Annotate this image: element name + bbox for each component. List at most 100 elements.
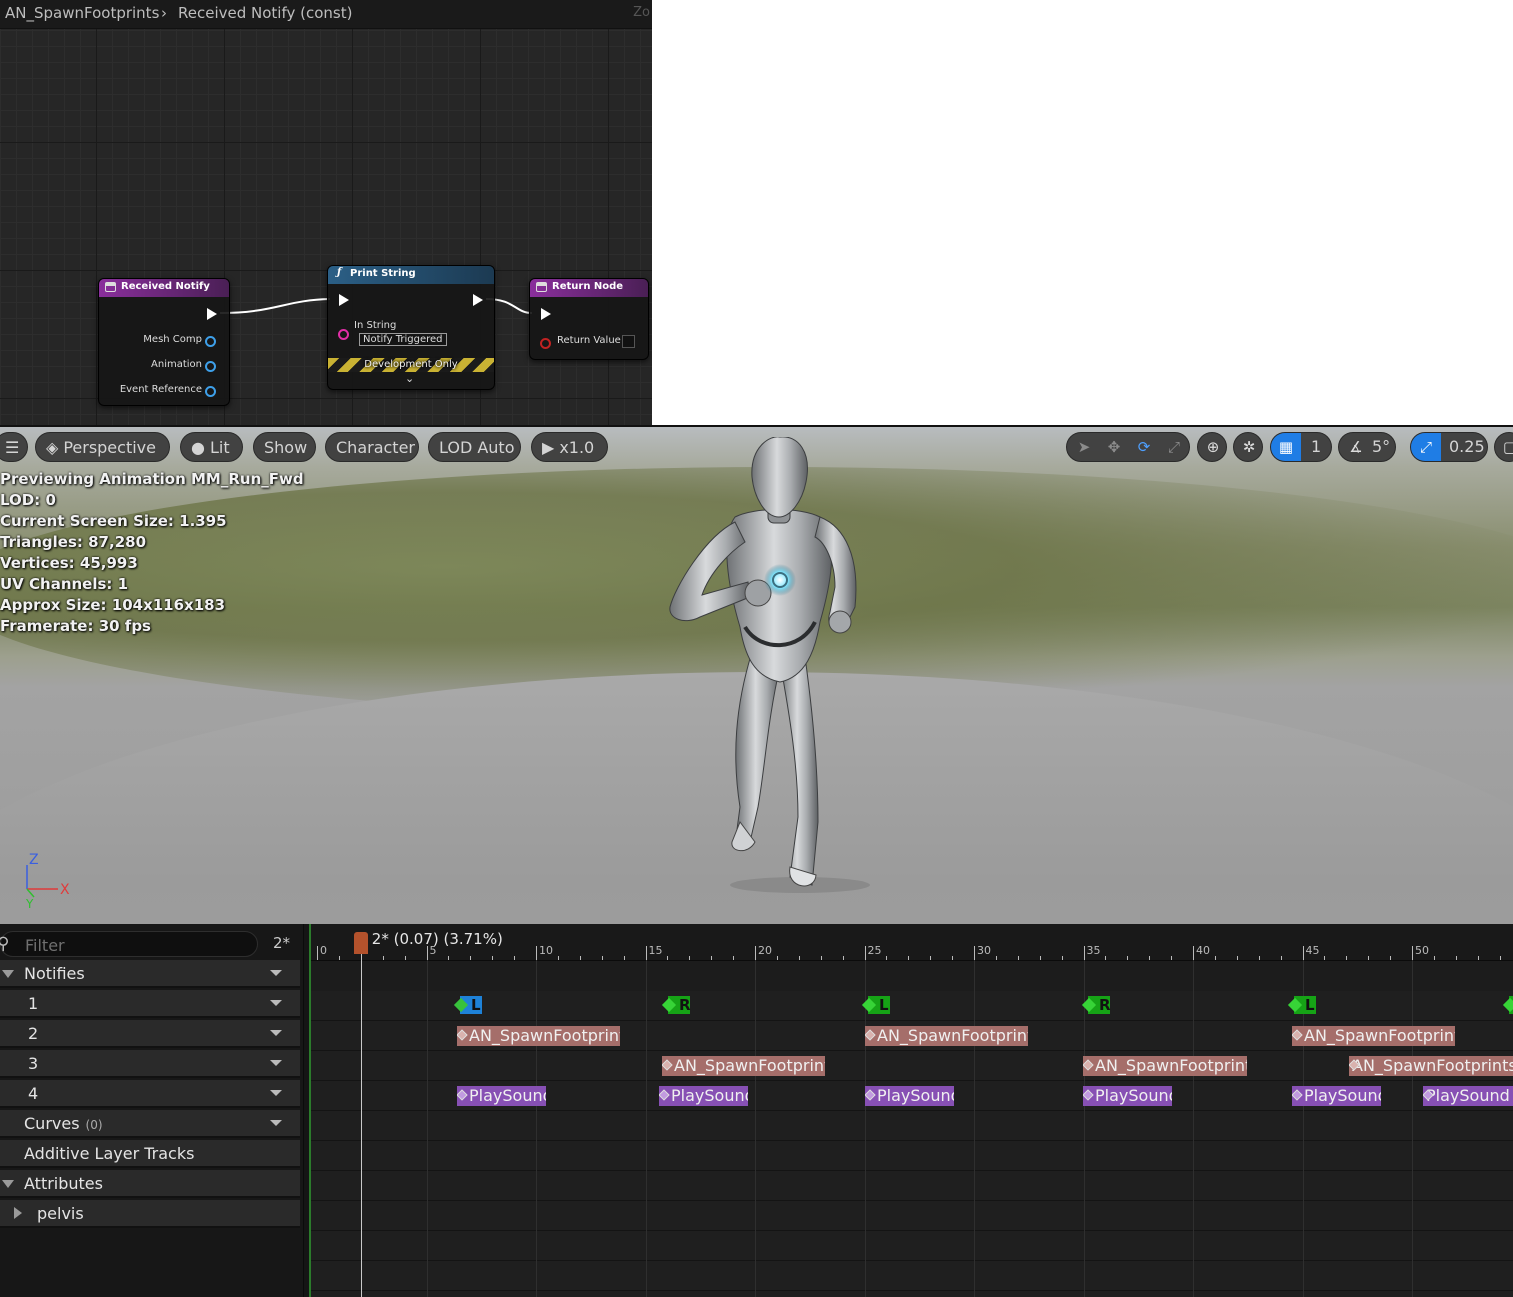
grid-line: [645, 960, 647, 1297]
ruler-label: 20: [758, 944, 772, 957]
character-button[interactable]: Character: [325, 432, 419, 462]
surface-snap-toggle[interactable]: ✲: [1233, 432, 1263, 462]
dropdown-arrow-icon[interactable]: [270, 970, 282, 976]
in-string-field[interactable]: Notify Triggered: [359, 333, 447, 346]
timeline-lane[interactable]: [311, 1171, 1513, 1201]
preview-viewport[interactable]: ☰ ◈ Perspective ● Lit Show Character LOD A…: [0, 425, 1513, 924]
notify-track-3[interactable]: 3: [0, 1050, 300, 1078]
grid-snap-value[interactable]: 1: [1311, 433, 1321, 461]
perspective-button[interactable]: ◈ Perspective: [35, 432, 170, 462]
collapse-arrow-icon[interactable]: [2, 970, 14, 978]
playback-speed-button[interactable]: ▶ x1.0: [531, 432, 608, 462]
timeline-lane[interactable]: [311, 1231, 1513, 1261]
grid-snap-group[interactable]: ▦ 1: [1270, 432, 1332, 462]
ruler-tick: [338, 956, 340, 960]
world-local-toggle[interactable]: ⊕: [1197, 432, 1227, 462]
rotate-icon[interactable]: ⟳: [1129, 433, 1159, 461]
playhead-handle[interactable]: [353, 932, 368, 954]
timeline-lane[interactable]: [311, 1051, 1513, 1081]
timeline-lane[interactable]: [311, 1201, 1513, 1231]
play-sound-notify[interactable]: PlaySound: [659, 1086, 748, 1106]
exec-in-pin[interactable]: [541, 308, 551, 320]
spawn-footprints-notify[interactable]: AN_SpawnFootprints: [1083, 1056, 1247, 1076]
exec-out-pin[interactable]: [473, 294, 483, 306]
foot-marker[interactable]: L: [1294, 996, 1316, 1014]
rotation-snap-value[interactable]: 5°: [1372, 433, 1390, 461]
play-sound-notify[interactable]: PlaySound: [1083, 1086, 1172, 1106]
timeline-lanes[interactable]: 0 5 10 15 20 25 30 35 40 45 50 L R L R L AN_SpawnF…: [309, 924, 1513, 1297]
attributes-label: Attributes: [24, 1174, 103, 1193]
dropdown-arrow-icon[interactable]: [270, 1060, 282, 1066]
timeline-lane[interactable]: [311, 1291, 1513, 1297]
timeline-lane[interactable]: [311, 991, 1513, 1021]
filter-input[interactable]: [23, 934, 257, 956]
track-attributes[interactable]: Attributes: [0, 1170, 300, 1198]
spawn-footprints-notify[interactable]: AN_SpawnFootprints: [662, 1056, 825, 1076]
play-icon: ▶: [542, 438, 555, 457]
mesh-comp-pin[interactable]: [205, 336, 216, 347]
lit-button[interactable]: ● Lit: [180, 432, 243, 462]
notify-track-1[interactable]: 1: [0, 990, 300, 1018]
track-notifies[interactable]: Notifies: [0, 960, 300, 988]
scale-snap-icon[interactable]: ⤢: [1411, 433, 1441, 461]
maximize-icon: ▢: [1495, 433, 1513, 461]
timeline-lane[interactable]: [311, 1111, 1513, 1141]
ruler-tick: [755, 946, 756, 960]
return-value-pin[interactable]: [540, 338, 551, 349]
scale-icon[interactable]: ⤢: [1159, 433, 1189, 461]
scale-snap-group[interactable]: ⤢ 0.25: [1410, 432, 1488, 462]
mannequin-character[interactable]: [640, 437, 900, 897]
foot-marker-edge[interactable]: [1509, 996, 1513, 1014]
track-curves[interactable]: Curves (0): [0, 1110, 300, 1138]
cube-icon: ◈: [46, 438, 59, 457]
lod-button[interactable]: LOD Auto: [428, 432, 521, 462]
rotation-snap-group[interactable]: ∡ 5°: [1338, 432, 1396, 462]
foot-marker[interactable]: L: [460, 996, 482, 1014]
angle-icon[interactable]: ∡: [1341, 433, 1371, 461]
chevron-down-icon[interactable]: ⌄: [405, 372, 414, 385]
dropdown-arrow-icon[interactable]: [270, 1000, 282, 1006]
maximize-viewport-button[interactable]: ▢: [1494, 432, 1513, 462]
collapse-arrow-icon[interactable]: [2, 1180, 14, 1188]
return-node[interactable]: Return Node Return Value: [529, 278, 649, 360]
spawn-footprints-notify[interactable]: AN_SpawnFootprints: [1349, 1056, 1513, 1076]
in-string-pin[interactable]: [338, 329, 349, 340]
play-sound-notify[interactable]: PlaySound: [457, 1086, 546, 1106]
event-reference-pin[interactable]: [205, 386, 216, 397]
play-sound-notify[interactable]: PlaySound: [865, 1086, 954, 1106]
spawn-footprints-notify[interactable]: AN_SpawnFootprints: [865, 1026, 1028, 1046]
foot-marker[interactable]: R: [1088, 996, 1111, 1014]
spawn-footprints-notify[interactable]: AN_SpawnFootprints: [457, 1026, 620, 1046]
translate-icon[interactable]: ✥: [1099, 433, 1129, 461]
foot-marker[interactable]: L: [868, 996, 890, 1014]
exec-in-pin[interactable]: [339, 294, 349, 306]
track-pelvis[interactable]: pelvis: [0, 1200, 300, 1228]
print-string-node[interactable]: ƒ Print String In String Notify Triggere…: [327, 265, 495, 390]
return-value-checkbox[interactable]: [622, 335, 635, 348]
stat-approx-size: Approx Size: 104x116x183: [0, 596, 226, 614]
dropdown-arrow-icon[interactable]: [270, 1090, 282, 1096]
expand-arrow-icon[interactable]: [14, 1207, 22, 1219]
grid-snap-icon[interactable]: ▦: [1271, 433, 1301, 461]
exec-out-pin[interactable]: [207, 308, 217, 320]
viewport-menu-button[interactable]: ☰: [0, 432, 28, 462]
foot-marker[interactable]: R: [668, 996, 691, 1014]
show-button[interactable]: Show: [253, 432, 316, 462]
timeline-lane[interactable]: [311, 1261, 1513, 1291]
play-sound-notify[interactable]: PlaySound: [1292, 1086, 1381, 1106]
animation-pin[interactable]: [205, 361, 216, 372]
select-icon[interactable]: ➤: [1069, 433, 1099, 461]
dropdown-arrow-icon[interactable]: [270, 1030, 282, 1036]
track-additive-layers[interactable]: Additive Layer Tracks: [0, 1140, 300, 1168]
notify-track-2[interactable]: 2: [0, 1020, 300, 1048]
timeline-lane[interactable]: [311, 1141, 1513, 1171]
scale-snap-value[interactable]: 0.25: [1449, 433, 1485, 461]
spawn-footprints-notify[interactable]: AN_SpawnFootprints: [1292, 1026, 1455, 1046]
play-sound-notify[interactable]: PlaySound: [1423, 1086, 1513, 1106]
notify-track-4[interactable]: 4: [0, 1080, 300, 1108]
received-notify-node[interactable]: Received Notify Mesh Comp Animation Even…: [98, 278, 230, 406]
axis-z-label: Z: [29, 853, 39, 868]
ruler-tick: [667, 956, 669, 960]
blueprint-graph[interactable]: AN_SpawnFootprints › Received Notify (co…: [0, 0, 652, 425]
dropdown-arrow-icon[interactable]: [270, 1120, 282, 1126]
